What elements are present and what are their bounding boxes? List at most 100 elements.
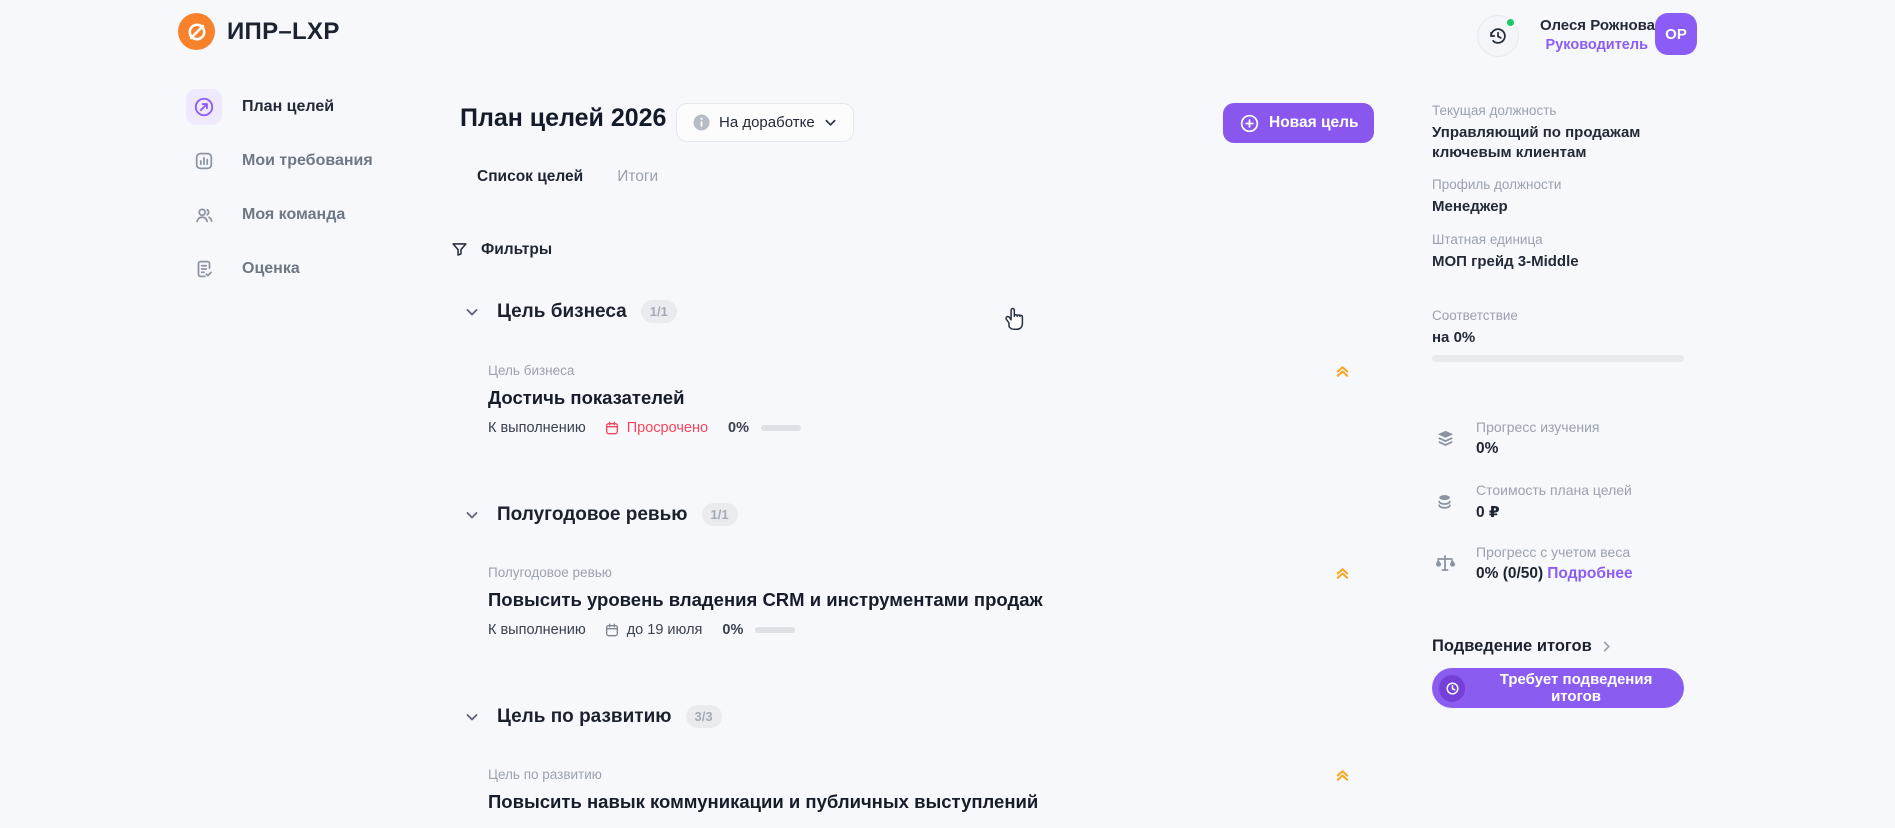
section-header-half-year-review[interactable]: Полугодовое ревью 1/1	[465, 503, 738, 526]
field-current-position: Текущая должность Управляющий по продажа…	[1432, 103, 1684, 162]
tab-goal-list[interactable]: Список целей	[477, 168, 583, 186]
field-staff-unit: Штатная единица МОП грейд 3-Middle	[1432, 232, 1684, 272]
goal-due-label: Просрочено	[626, 420, 709, 436]
match-progress-bar	[1432, 355, 1684, 362]
goal-category: Цель по развитию	[488, 767, 602, 782]
section-title: Полугодовое ревью	[497, 503, 688, 525]
field-position-profile: Профиль должности Менеджер	[1432, 177, 1684, 217]
details-link[interactable]: Подробнее	[1547, 565, 1632, 582]
goal-title: Повысить навык коммуникации и публичных …	[488, 791, 1039, 812]
assessment-icon	[186, 251, 222, 287]
stat-label: Прогресс изучения	[1476, 419, 1600, 435]
coins-icon	[1432, 488, 1458, 514]
sidebar-item-label: Оценка	[242, 260, 300, 277]
notification-dot	[1505, 17, 1516, 28]
stat-learning-progress: Прогресс изучения 0%	[1432, 419, 1684, 458]
stat-weighted-progress: Прогресс с учетом веса 0% (0/50) Подробне…	[1432, 544, 1684, 583]
field-label: Текущая должность	[1432, 103, 1557, 118]
field-label: Профиль должности	[1432, 177, 1562, 192]
user-block[interactable]: Олеся Рожнова Руководитель	[1540, 17, 1656, 54]
user-name: Олеся Рожнова	[1540, 17, 1656, 34]
sidebar-item-label: Мои требования	[242, 152, 373, 169]
goal-title: Достичь показателей	[488, 387, 685, 408]
goal-category: Полугодовое ревью	[488, 565, 612, 580]
goal-category: Цель бизнеса	[488, 363, 575, 378]
calendar-icon	[605, 421, 618, 435]
app-title: ИПР–LXP	[227, 17, 340, 45]
summary-header[interactable]: Подведение итогов	[1432, 637, 1613, 656]
funnel-icon	[452, 243, 467, 256]
page-title: План целей 2026	[460, 104, 667, 132]
clock-icon	[1439, 674, 1466, 702]
field-match: Соответствие на 0%	[1432, 308, 1684, 348]
status-label: На доработке	[719, 114, 815, 131]
chevron-right-icon	[1603, 641, 1610, 652]
stat-label: Стоимость плана целей	[1476, 482, 1632, 498]
stat-value: 0%	[1476, 440, 1499, 457]
goal-title: Повысить уровень владения CRM и инструме…	[488, 589, 1043, 610]
sidebar-item-goal-plan[interactable]: План целей	[186, 89, 334, 125]
history-button[interactable]	[1477, 15, 1519, 57]
section-header-development-goal[interactable]: Цель по развитию 3/3	[465, 705, 722, 728]
field-value: Менеджер	[1432, 198, 1508, 215]
goal-due: до 19 июля	[604, 622, 703, 638]
chevron-down-icon	[825, 119, 836, 126]
goal-progress-value: 0%	[722, 622, 744, 638]
summary-status-button[interactable]: Требует подведения итогов	[1432, 668, 1684, 708]
status-dropdown[interactable]: На доработке	[676, 103, 854, 142]
clock-history-icon	[1490, 28, 1506, 44]
sidebar-item-my-team[interactable]: Моя команда	[186, 197, 345, 233]
goal-meta: К выполнению Просрочено 0%	[488, 420, 801, 436]
priority-high-icon	[1334, 363, 1351, 385]
stat-plan-cost: Стоимость плана целей 0 ₽	[1432, 482, 1684, 522]
new-goal-label: Новая цель	[1269, 114, 1359, 131]
goal-card-business[interactable]: Цель бизнеса Достичь показателей К выпол…	[488, 363, 801, 436]
priority-high-icon	[1334, 767, 1351, 789]
app-root: ИПР–LXP Олеся Рожнова Руководитель ОР Пл…	[0, 0, 1895, 828]
goal-card-review[interactable]: Полугодовое ревью Повысить уровень владе…	[488, 565, 1043, 638]
section-count-badge: 1/1	[640, 300, 677, 323]
goal-status: К выполнению	[488, 420, 586, 436]
goal-progress-bar	[755, 627, 796, 633]
new-goal-button[interactable]: Новая цель	[1223, 103, 1375, 143]
plus-circle-icon	[1240, 114, 1259, 132]
goal-plan-icon	[186, 89, 222, 125]
sidebar-item-my-requirements[interactable]: Мои требования	[186, 143, 373, 179]
section-count-badge: 1/1	[701, 503, 738, 526]
stat-value-number: 0% (0/50)	[1476, 565, 1544, 582]
stat-label: Прогресс с учетом веса	[1476, 544, 1631, 560]
tab-results[interactable]: Итоги	[617, 168, 658, 186]
team-icon	[186, 197, 222, 233]
section-title: Цель по развитию	[497, 705, 672, 727]
sidebar-item-assessment[interactable]: Оценка	[186, 251, 300, 287]
app-logo[interactable]: ИПР–LXP	[178, 13, 340, 50]
summary-status-label: Требует подведения итогов	[1499, 671, 1653, 705]
calendar-icon	[605, 623, 618, 637]
goal-progress-bar	[761, 425, 801, 431]
goal-due-label: до 19 июля	[626, 622, 703, 638]
goal-due: Просрочено	[604, 420, 708, 436]
info-icon	[693, 114, 710, 131]
stat-value: 0% (0/50) Подробнее	[1476, 565, 1633, 583]
avatar[interactable]: ОР	[1655, 13, 1697, 55]
section-title: Цель бизнеса	[497, 300, 627, 322]
logo-icon	[178, 13, 215, 50]
chart-icon	[186, 143, 222, 179]
goal-card-development[interactable]: Цель по развитию Повысить навык коммуник…	[488, 767, 1038, 824]
match-value: на 0%	[1432, 329, 1476, 346]
summary-title: Подведение итогов	[1432, 637, 1592, 655]
goal-meta: К выполнению до 19 июля 0%	[488, 622, 1043, 638]
tabs: Список целей Итоги	[477, 168, 658, 186]
chevron-down-icon	[466, 713, 478, 720]
goal-status: К выполнению	[488, 622, 586, 638]
goal-progress-value: 0%	[728, 420, 749, 436]
sidebar-item-label: План целей	[242, 98, 335, 115]
filters-button[interactable]: Фильтры	[450, 240, 552, 259]
field-value: МОП грейд 3-Middle	[1432, 253, 1579, 270]
stat-value: 0 ₽	[1476, 504, 1500, 521]
field-label: Штатная единица	[1432, 232, 1543, 247]
user-role-link[interactable]: Руководитель	[1540, 36, 1648, 54]
priority-high-icon	[1334, 565, 1351, 587]
filters-label: Фильтры	[481, 240, 553, 258]
section-header-business-goal[interactable]: Цель бизнеса 1/1	[465, 300, 677, 323]
